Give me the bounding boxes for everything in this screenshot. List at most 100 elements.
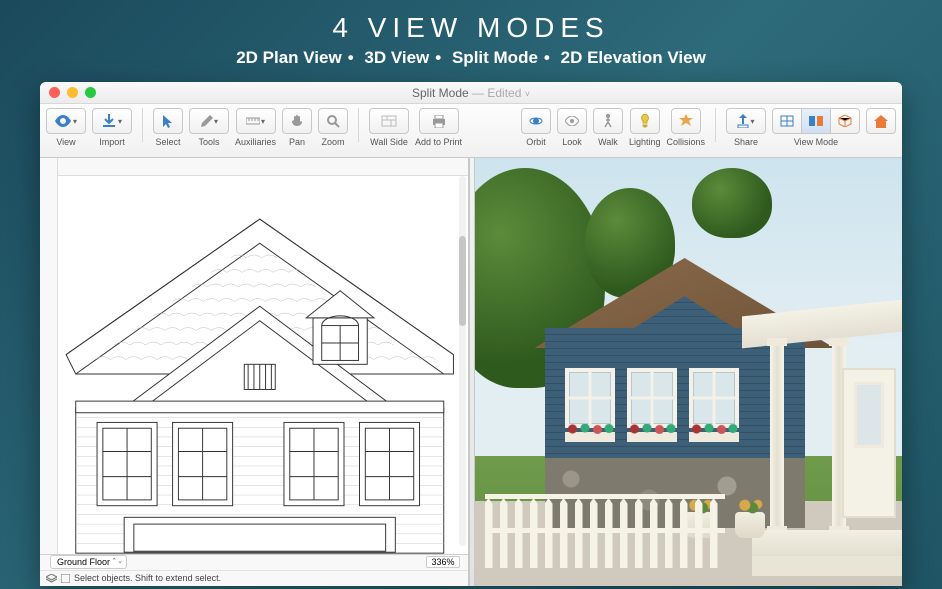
import-button[interactable]: ▾ <box>92 108 132 134</box>
window-3d <box>565 368 615 428</box>
toolbar: ▾ View ▾ Import Select ▾ <box>40 104 902 158</box>
view-mode-label: View Mode <box>794 137 838 147</box>
chevron-down-icon[interactable]: ˅ <box>525 89 530 99</box>
layers-icon <box>46 574 57 583</box>
canvas-2d[interactable] <box>58 176 468 564</box>
ruler-vertical[interactable] <box>40 158 58 564</box>
zoom-value[interactable]: 336% <box>426 556 459 568</box>
pillar <box>770 338 784 534</box>
inspector-label <box>880 137 883 147</box>
wall-side-label: Wall Side <box>370 137 408 147</box>
content: Ground Floor 336% Select objects. Shift … <box>40 158 902 586</box>
statusbar: Ground Floor 336% Select objects. Shift … <box>40 554 468 586</box>
share-button[interactable]: ▾ <box>726 108 766 134</box>
ruler-horizontal[interactable] <box>58 158 468 176</box>
tools-label: Tools <box>198 137 219 147</box>
mode-label: 2D Plan View <box>236 48 342 67</box>
pane-2d-elevation[interactable]: Ground Floor 336% Select objects. Shift … <box>40 158 469 586</box>
house-elevation-drawing <box>62 190 458 558</box>
hint-bar: Select objects. Shift to extend select. <box>40 571 468 586</box>
zoom-label: Zoom <box>322 137 345 147</box>
view-mode-split-button[interactable] <box>801 108 831 134</box>
look-label: Look <box>562 137 582 147</box>
status-hint-text: Select objects. Shift to extend select. <box>74 573 221 583</box>
collision-icon <box>679 114 693 128</box>
chevron-down-icon: ▾ <box>750 117 754 126</box>
printer-icon <box>432 115 446 128</box>
info-icon <box>61 574 70 583</box>
orbit-button[interactable] <box>521 108 551 134</box>
view-button[interactable]: ▾ <box>46 108 86 134</box>
lighting-button[interactable] <box>630 108 660 134</box>
auxiliaries-label: Auxiliaries <box>235 137 276 147</box>
view-label: View <box>56 137 75 147</box>
share-icon <box>737 114 749 128</box>
chevron-down-icon: ▾ <box>73 117 77 126</box>
add-to-print-button[interactable] <box>419 108 459 134</box>
window-3d <box>689 368 739 428</box>
auxiliaries-button[interactable]: ▾ <box>236 108 276 134</box>
collisions-button[interactable] <box>671 108 701 134</box>
floor-bar: Ground Floor 336% <box>40 555 468 571</box>
planter <box>735 512 765 538</box>
collisions-label: Collisions <box>666 137 705 147</box>
share-label: Share <box>734 137 758 147</box>
hand-icon <box>291 114 304 128</box>
front-door <box>842 368 896 518</box>
hero-subtitle: 2D Plan View• 3D View• Split Mode• 2D El… <box>0 44 942 78</box>
3d-icon <box>838 115 852 127</box>
import-icon <box>102 114 116 128</box>
select-label: Select <box>155 137 180 147</box>
pane-3d[interactable] <box>475 158 903 586</box>
eye-look-icon <box>565 116 579 126</box>
window-title-text: Split Mode <box>412 86 469 100</box>
mode-label: 3D View <box>364 48 429 67</box>
pencil-icon <box>200 115 213 128</box>
split-icon <box>809 115 823 127</box>
inspector-button[interactable] <box>866 108 896 134</box>
porch <box>762 308 902 586</box>
mode-label: 2D Elevation View <box>561 48 706 67</box>
flowerbox <box>627 432 677 442</box>
flowerbox <box>565 432 615 442</box>
flowerbox <box>689 432 739 442</box>
floor-current-label: Ground Floor <box>57 557 110 567</box>
2d-icon <box>780 115 794 127</box>
zoom-button[interactable] <box>318 108 348 134</box>
lightbulb-icon <box>640 114 650 128</box>
orbit-label: Orbit <box>526 137 546 147</box>
walk-label: Walk <box>598 137 618 147</box>
window-title: Split Mode — Edited ˅ <box>40 86 902 100</box>
app-window: Split Mode — Edited ˅ ▾ View ▾ Import <box>40 82 902 586</box>
view-mode-3d-button[interactable] <box>830 108 860 134</box>
import-label: Import <box>99 137 125 147</box>
chevron-down-icon: ▾ <box>261 117 265 126</box>
pan-label: Pan <box>289 137 305 147</box>
hero-title: 4 VIEW MODES <box>0 0 942 44</box>
orbit-icon <box>529 114 543 128</box>
select-button[interactable] <box>153 108 183 134</box>
pan-button[interactable] <box>282 108 312 134</box>
porch-step <box>752 556 902 576</box>
floor-select[interactable]: Ground Floor <box>50 555 127 569</box>
window-3d <box>627 368 677 428</box>
add-to-print-label: Add to Print <box>415 137 462 147</box>
eye-icon <box>55 115 71 127</box>
wall-side-button[interactable] <box>369 108 409 134</box>
fence <box>485 488 725 568</box>
walk-icon <box>603 114 613 128</box>
walk-button[interactable] <box>593 108 623 134</box>
wall-icon <box>381 115 397 127</box>
vertical-scrollbar[interactable] <box>459 176 466 546</box>
titlebar: Split Mode — Edited ˅ <box>40 82 902 104</box>
view-mode-2d-button[interactable] <box>772 108 802 134</box>
ruler-icon <box>246 116 260 126</box>
look-button[interactable] <box>557 108 587 134</box>
chevron-down-icon: ▾ <box>118 117 122 126</box>
lighting-label: Lighting <box>629 137 661 147</box>
tools-button[interactable]: ▾ <box>189 108 229 134</box>
house-icon <box>874 115 888 128</box>
window-title-edited: — Edited <box>472 86 521 100</box>
chevron-down-icon: ▾ <box>214 117 218 126</box>
porch-floor <box>752 530 902 556</box>
